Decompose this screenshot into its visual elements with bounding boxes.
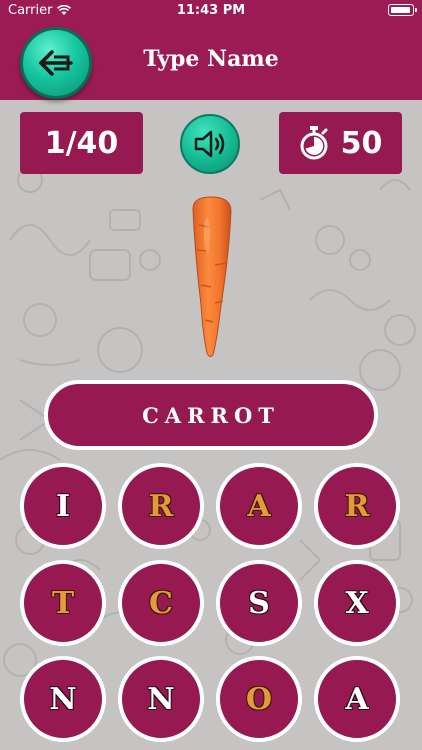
carrot-image	[192, 196, 232, 358]
letter-tile-char: C	[149, 585, 173, 621]
letter-tile[interactable]: N	[20, 656, 106, 742]
letter-tile-char: R	[344, 488, 370, 524]
question-counter-label: 1/40	[44, 125, 119, 161]
letter-tile-char: T	[51, 585, 75, 621]
question-counter: 1/40	[20, 112, 143, 174]
letter-tile-char: S	[248, 585, 270, 621]
letter-tile[interactable]: I	[20, 463, 106, 549]
timer-value: 50	[340, 125, 383, 161]
letter-tile[interactable]: A	[314, 656, 400, 742]
status-bar: Carrier 11:43 PM	[0, 0, 422, 22]
letter-tile[interactable]: R	[118, 463, 204, 549]
timer-display: 50	[279, 112, 402, 174]
letter-tile-char: A	[247, 488, 271, 524]
answer-text: CARROT	[142, 402, 280, 428]
header-bar: Carrier 11:43 PM Type Name	[0, 0, 422, 100]
letter-tile-char: I	[55, 488, 71, 524]
sound-toggle-button[interactable]	[180, 114, 240, 174]
arrow-left-icon	[38, 50, 73, 76]
speaker-icon	[194, 130, 225, 158]
letter-tile-char: O	[245, 681, 273, 717]
letter-tile-char: A	[345, 681, 369, 717]
letter-tile[interactable]: C	[118, 560, 204, 646]
status-time: 11:43 PM	[176, 3, 246, 18]
battery-icon	[388, 4, 417, 16]
letter-tile[interactable]: S	[216, 560, 302, 646]
answer-display: CARROT	[44, 380, 378, 450]
letter-tile-char: R	[148, 488, 174, 524]
letter-tile[interactable]: N	[118, 656, 204, 742]
letter-tile[interactable]: R	[314, 463, 400, 549]
page-title: Type Name	[143, 46, 279, 72]
letter-tile-char: N	[49, 681, 77, 717]
letter-tile[interactable]: X	[314, 560, 400, 646]
stopwatch-icon	[300, 126, 328, 160]
letter-tile[interactable]: T	[20, 560, 106, 646]
back-button[interactable]	[20, 27, 92, 99]
letter-tile-char: N	[147, 681, 175, 717]
letter-tile[interactable]: O	[216, 656, 302, 742]
letter-tile-char: X	[345, 585, 369, 621]
letter-tile[interactable]: A	[216, 463, 302, 549]
